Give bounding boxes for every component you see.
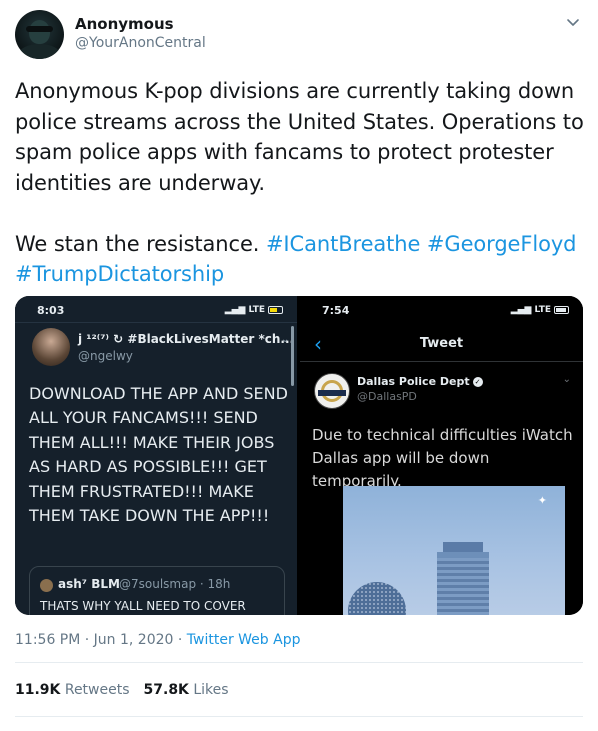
- divider: [15, 322, 297, 323]
- divider: [15, 662, 583, 663]
- embedded-user-name: Dallas Police Dept ✓: [357, 375, 483, 388]
- likes-count: 57.8K: [143, 682, 189, 698]
- status-bar: 8:03 ▂▄▆ LTE: [15, 304, 297, 320]
- building-windows: [437, 558, 489, 615]
- embedded-tweet-body: DOWNLOAD THE APP AND SEND ALL YOUR FANCA…: [29, 384, 288, 526]
- signal-indicator: ▂▄▆ LTE: [511, 305, 569, 315]
- author-handle[interactable]: @YourAnonCentral: [75, 35, 206, 51]
- tweet-text: Anonymous K-pop divisions are currently …: [15, 76, 585, 290]
- tweet-paragraph-2: We stan the resistance. #ICantBreathe #G…: [15, 229, 585, 290]
- chevron-down-icon: ⌄: [281, 334, 290, 345]
- tweet-source-link[interactable]: Twitter Web App: [187, 632, 301, 648]
- verified-icon: ✓: [472, 377, 483, 387]
- embedded-photo: ✦: [343, 486, 565, 615]
- embedded-user-handle: @ngelwy: [78, 349, 133, 363]
- hashtag-link[interactable]: #GeorgeFloyd: [427, 232, 577, 256]
- hashtag-link[interactable]: #ICantBreathe: [266, 232, 421, 256]
- avatar[interactable]: [15, 10, 64, 59]
- divider: [300, 361, 583, 362]
- chevron-down-icon: ⌄: [562, 374, 571, 385]
- reunion-tower-dome: [348, 582, 406, 615]
- quoted-user-meta: @7soulsmap · 18h: [119, 577, 231, 591]
- embedded-user-handle: @DallasPD: [357, 390, 417, 403]
- tweet-media[interactable]: 8:03 ▂▄▆ LTE j ¹²⁽⁷⁾ ↻ #BlackLivesMatter…: [15, 296, 583, 615]
- author-name[interactable]: Anonymous: [75, 15, 174, 33]
- chevron-down-icon[interactable]: [565, 14, 581, 30]
- retweets-stat[interactable]: 11.9K Retweets: [15, 682, 130, 698]
- network-label: LTE: [534, 305, 551, 315]
- avatar: [32, 328, 70, 366]
- retweets-label: Retweets: [60, 682, 130, 698]
- likes-stat[interactable]: 57.8K Likes: [144, 682, 229, 698]
- tweet-meta: 11:56 PM · Jun 1, 2020 · Twitter Web App: [15, 632, 300, 648]
- avatar-glasses: [26, 26, 53, 32]
- avatar: [314, 373, 350, 409]
- tweet-header: Anonymous @YourAnonCentral: [15, 10, 585, 62]
- tweet-paragraph-1: Anonymous K-pop divisions are currently …: [15, 79, 584, 195]
- signal-indicator: ▂▄▆ LTE: [225, 305, 283, 315]
- battery-icon: [268, 306, 283, 314]
- embedded-tweet-body: Due to technical difficulties iWatch Dal…: [312, 426, 573, 490]
- status-time: 8:03: [37, 304, 65, 317]
- embedded-user-name-text: Dallas Police Dept: [357, 375, 470, 388]
- tweet-paragraph-2-text: We stan the resistance.: [15, 231, 266, 256]
- avatar-mask-face: [29, 20, 50, 44]
- embedded-header-title: Tweet: [419, 336, 464, 351]
- embedded-user-name: j ¹²⁽⁷⁾ ↻ #BlackLivesMatter *ch...: [78, 332, 295, 346]
- status-time: 7:54: [322, 304, 350, 317]
- avatar: [40, 579, 53, 592]
- quoted-user-name: ash⁷ BLM: [58, 577, 120, 591]
- signal-bars-icon: ▂▄▆: [510, 305, 532, 315]
- avatar-shoulders: [19, 44, 60, 59]
- signal-bars-icon: ▂▄▆: [224, 305, 246, 315]
- scroll-indicator: [291, 326, 294, 386]
- quoted-tweet-text: THATS WHY YALL NEED TO COVER: [40, 599, 246, 613]
- retweets-count: 11.9K: [15, 682, 61, 698]
- sparkle-icon: ✦: [537, 494, 547, 507]
- tweet-stats: 11.9K Retweets 57.8K Likes: [15, 682, 229, 698]
- status-bar: 7:54 ▂▄▆ LTE: [300, 304, 583, 320]
- network-label: LTE: [248, 305, 265, 315]
- likes-label: Likes: [188, 682, 229, 698]
- tweet-timestamp[interactable]: 11:56 PM · Jun 1, 2020 ·: [15, 632, 187, 648]
- media-screenshot-left[interactable]: 8:03 ▂▄▆ LTE j ¹²⁽⁷⁾ ↻ #BlackLivesMatter…: [15, 296, 297, 615]
- quoted-tweet: ash⁷ BLM @7soulsmap · 18h THATS WHY YALL…: [29, 566, 285, 615]
- battery-icon: [554, 306, 569, 314]
- hashtag-link[interactable]: #TrumpDictatorship: [15, 262, 224, 286]
- divider: [15, 716, 583, 717]
- police-badge-band: [318, 390, 346, 396]
- media-screenshot-right[interactable]: 7:54 ▂▄▆ LTE ‹ Tweet Dallas Police Dept ✓…: [300, 296, 583, 615]
